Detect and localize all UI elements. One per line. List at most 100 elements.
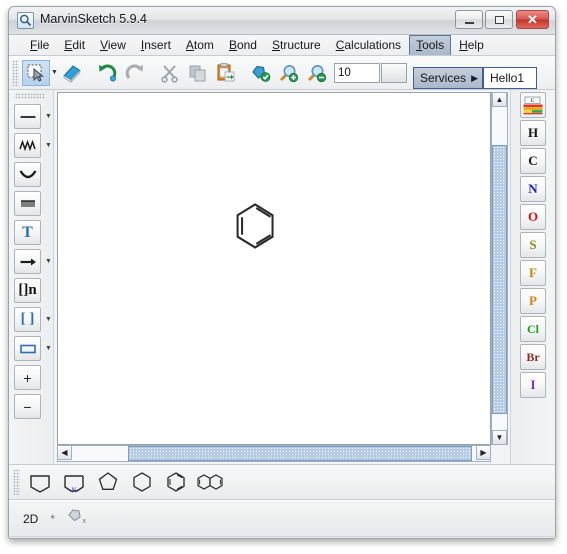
curve-tool[interactable] bbox=[14, 162, 41, 187]
vertical-scroll-thumb[interactable] bbox=[492, 145, 507, 414]
scroll-left-button[interactable]: ◀ bbox=[57, 445, 72, 460]
canvas-area: ▲ ▼ ◀ ▶ bbox=[54, 90, 510, 464]
horizontal-scroll-thumb[interactable] bbox=[128, 446, 472, 461]
element-button-i[interactable]: I bbox=[520, 372, 546, 398]
svg-text:N: N bbox=[71, 487, 76, 495]
zoom-in-button[interactable] bbox=[275, 60, 303, 86]
menu-file[interactable]: File bbox=[23, 35, 56, 55]
zoom-dropdown-button[interactable] bbox=[380, 62, 407, 83]
element-button-f[interactable]: F bbox=[520, 260, 546, 286]
undo-button[interactable] bbox=[93, 60, 121, 86]
zoom-input[interactable]: 10 bbox=[333, 62, 380, 83]
maximize-button[interactable] bbox=[485, 10, 513, 29]
element-button-c[interactable]: C bbox=[520, 148, 546, 174]
menu-bond[interactable]: Bond bbox=[222, 35, 264, 55]
menu-item-services[interactable]: Services ▶ bbox=[414, 68, 482, 88]
selection-cursor-icon bbox=[27, 64, 44, 82]
left-palette-grip[interactable] bbox=[15, 93, 45, 99]
select-tool-caret[interactable]: ▼ bbox=[51, 69, 58, 76]
element-button-n[interactable]: N bbox=[520, 176, 546, 202]
scroll-right-button[interactable]: ▶ bbox=[476, 445, 491, 460]
element-label-br: Br bbox=[526, 349, 540, 364]
horizontal-scrollbar[interactable]: ◀ ▶ bbox=[57, 445, 491, 462]
comb-icon bbox=[20, 199, 35, 207]
right-arrow-icon bbox=[20, 258, 36, 265]
redo-arrow-icon bbox=[125, 63, 143, 79]
reaction-arrow-caret[interactable]: ▼ bbox=[45, 258, 52, 265]
scroll-up-button[interactable]: ▲ bbox=[492, 92, 507, 107]
menu-bar: File Edit View Insert Atom Bond Structur… bbox=[9, 35, 555, 56]
element-button-h[interactable]: H bbox=[520, 120, 546, 146]
copy-icon bbox=[189, 65, 206, 81]
select-tool[interactable] bbox=[22, 59, 50, 86]
bracket-icon: [ ] bbox=[20, 311, 35, 327]
close-button[interactable]: ✕ bbox=[516, 10, 549, 29]
menu-structure[interactable]: Structure bbox=[265, 35, 328, 55]
text-tool[interactable]: T bbox=[14, 220, 41, 245]
menu-tools[interactable]: Tools bbox=[409, 35, 452, 55]
single-bond-tool[interactable] bbox=[14, 104, 41, 129]
cut-button[interactable] bbox=[156, 60, 184, 86]
eraser-icon bbox=[63, 64, 81, 83]
graphic-rect-caret[interactable]: ▼ bbox=[45, 345, 52, 352]
periodic-table-button[interactable]: C bbox=[520, 92, 546, 118]
element-label-p: P bbox=[529, 293, 537, 308]
element-button-cl[interactable]: Cl bbox=[520, 316, 546, 342]
element-button-p[interactable]: P bbox=[520, 288, 546, 314]
reaction-arrow-tool[interactable] bbox=[14, 249, 41, 274]
left-tool-palette: ▼ ▼ T ▼ []n [] ▼ ▼ + − bbox=[9, 90, 54, 464]
polymer-bracket-tool[interactable]: []n bbox=[14, 278, 41, 303]
menu-view[interactable]: View bbox=[93, 35, 133, 55]
increase-charge-tool[interactable]: + bbox=[14, 365, 41, 390]
marvinsketch-window: MarvinSketch 5.9.4 ✕ File Edit View Inse… bbox=[8, 6, 556, 539]
chain-tool[interactable] bbox=[14, 133, 41, 158]
cyclopentadiene-icon bbox=[98, 472, 118, 490]
paste-button[interactable] bbox=[212, 60, 240, 86]
element-button-o[interactable]: O bbox=[520, 204, 546, 230]
menu-atom[interactable]: Atom bbox=[179, 35, 221, 55]
single-bond-caret[interactable]: ▼ bbox=[45, 113, 52, 120]
naphthalene-icon bbox=[197, 474, 223, 490]
template-toolbar-grip[interactable] bbox=[13, 469, 20, 495]
toolbar-grip[interactable] bbox=[12, 59, 19, 86]
zoom-out-button[interactable] bbox=[303, 60, 331, 86]
scroll-down-button[interactable]: ▼ bbox=[492, 430, 507, 445]
element-label-o: O bbox=[527, 209, 539, 224]
minus-icon: − bbox=[23, 398, 32, 415]
chain-tool-caret[interactable]: ▼ bbox=[45, 142, 52, 149]
menu-help[interactable]: Help bbox=[452, 35, 491, 55]
template-cyclopentadiene[interactable] bbox=[91, 467, 125, 497]
element-button-br[interactable]: Br bbox=[520, 344, 546, 370]
element-label-cl: Cl bbox=[527, 321, 539, 336]
menu-calculations[interactable]: Calculations bbox=[329, 35, 408, 55]
menu-item-hello1[interactable]: Hello1 bbox=[484, 68, 536, 88]
menu-edit[interactable]: Edit bbox=[57, 35, 92, 55]
copy-button[interactable] bbox=[184, 60, 212, 86]
template-pyrrole[interactable]: N bbox=[57, 467, 91, 497]
clipboard-paste-icon bbox=[217, 62, 235, 81]
template-benzene[interactable] bbox=[159, 467, 193, 497]
tools-dropdown-menu[interactable]: Services ▶ bbox=[413, 67, 483, 89]
vertical-scrollbar[interactable]: ▲ ▼ bbox=[491, 92, 508, 445]
decrease-charge-tool[interactable]: − bbox=[14, 394, 41, 419]
clean-2d-button[interactable] bbox=[247, 60, 275, 86]
template-cyclopentane[interactable] bbox=[23, 467, 57, 497]
graphic-rect-tool[interactable] bbox=[14, 336, 41, 361]
eraser-tool[interactable] bbox=[58, 60, 86, 86]
template-naphthalene[interactable] bbox=[193, 467, 227, 497]
element-label-h: H bbox=[527, 125, 539, 140]
drawing-canvas[interactable] bbox=[57, 92, 491, 445]
window-title: MarvinSketch 5.9.4 bbox=[40, 12, 147, 26]
redo-button[interactable] bbox=[121, 60, 149, 86]
comb-bracket-tool[interactable] bbox=[14, 191, 41, 216]
minimize-button[interactable] bbox=[455, 10, 483, 29]
services-submenu[interactable]: Hello1 bbox=[483, 67, 537, 89]
bracket-tool-caret[interactable]: ▼ bbox=[45, 316, 52, 323]
element-label-f: F bbox=[529, 265, 537, 280]
bracket-tool[interactable]: [ ] bbox=[14, 307, 41, 332]
element-button-s[interactable]: S bbox=[520, 232, 546, 258]
zigzag-chain-icon bbox=[18, 139, 36, 151]
no-structure-icon: x bbox=[67, 507, 87, 530]
template-cyclohexane[interactable] bbox=[125, 467, 159, 497]
menu-insert[interactable]: Insert bbox=[134, 35, 178, 55]
